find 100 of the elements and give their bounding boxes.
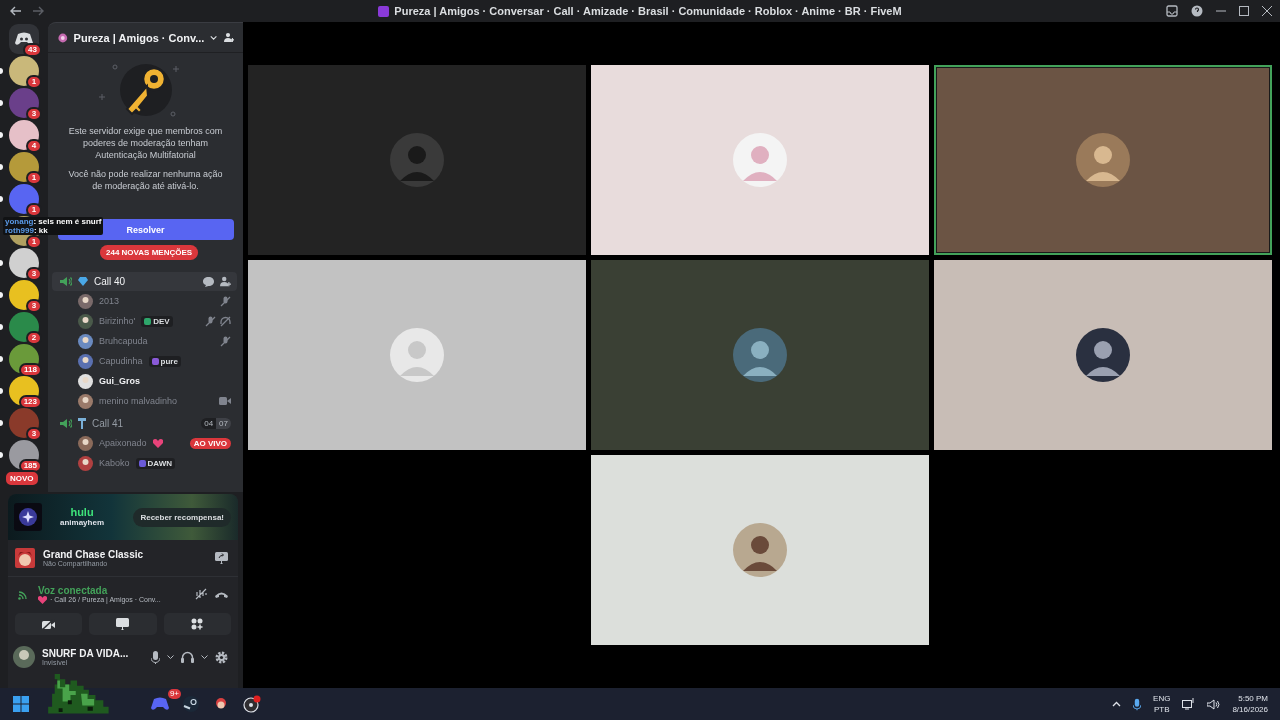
clock-date[interactable]: 8/16/2026 [1232, 704, 1268, 715]
share-screen-button[interactable] [89, 613, 157, 635]
voice-status: Voz conectada [38, 584, 109, 596]
forward-icon[interactable] [32, 6, 44, 16]
video-tile[interactable] [248, 260, 586, 450]
avatar [78, 353, 93, 369]
member-name: Capudinha [99, 356, 143, 366]
unread-count: 43 [23, 43, 42, 57]
channel-name: Call 41 [92, 418, 124, 429]
unread-count: 1 [26, 203, 42, 217]
server-name: Pureza | Amigos · Conv... [73, 31, 205, 44]
new-badge[interactable]: NOVO [4, 470, 40, 487]
avatar [13, 646, 35, 668]
keyboard-layout[interactable]: PTB [1153, 704, 1170, 715]
video-tile[interactable] [591, 65, 929, 255]
avatar [78, 333, 93, 349]
pin-icon [78, 418, 86, 429]
promo-brand: hulu [70, 507, 94, 518]
unread-count: 123 [18, 395, 42, 409]
monitor-icon [116, 618, 130, 630]
heart-icon [38, 595, 47, 604]
chat-message: : kk [33, 226, 48, 235]
avatar [78, 435, 93, 451]
signal-icon [18, 588, 30, 600]
add-member-icon[interactable] [223, 31, 234, 44]
avatar [1076, 328, 1130, 382]
network-icon[interactable] [1182, 698, 1196, 710]
unread-count: 3 [26, 427, 42, 441]
apps-icon [191, 618, 204, 630]
video-tile[interactable] [934, 65, 1272, 255]
avatar [390, 328, 444, 382]
controller-icon [15, 32, 33, 46]
maximize-icon[interactable] [1239, 6, 1249, 16]
microphone-icon[interactable] [151, 650, 160, 664]
voice-channel[interactable]: Call 40 [52, 272, 237, 291]
voice-channel[interactable]: Call 41 04 07 [52, 414, 237, 433]
activities-button[interactable] [163, 613, 231, 635]
avatar [1076, 133, 1130, 187]
avatar [78, 455, 93, 471]
record-icon[interactable] [243, 695, 261, 713]
volume-icon[interactable] [1207, 698, 1221, 710]
avatar [733, 523, 787, 577]
share-screen-icon[interactable] [215, 552, 228, 564]
noise-suppression-icon[interactable] [195, 588, 207, 600]
server-icon[interactable] [9, 248, 39, 278]
video-tile[interactable] [591, 260, 929, 450]
controller-icon[interactable] [151, 697, 169, 711]
user-name: SNURF DA VIDA... [42, 648, 130, 659]
camera-off-icon [42, 618, 56, 630]
chevron-up-icon[interactable] [1112, 701, 1122, 707]
settings-icon[interactable] [215, 650, 228, 664]
add-member-icon[interactable] [220, 276, 231, 287]
camera-button[interactable] [15, 613, 83, 635]
close-icon[interactable] [1262, 6, 1272, 16]
member-name: 2013 [99, 296, 120, 306]
chevron-down-icon[interactable] [167, 654, 174, 660]
role-tag: DAWN [135, 457, 175, 469]
disconnect-icon[interactable] [215, 590, 228, 598]
home-button[interactable] [9, 24, 39, 54]
claim-reward-button[interactable]: Receber recompensa! [133, 507, 231, 527]
role-tag: DEV [141, 315, 173, 327]
speaker-icon [60, 276, 72, 287]
game-icon [15, 548, 35, 568]
video-tile[interactable] [934, 260, 1272, 450]
new-mentions-pill[interactable]: 244 NOVAS MENÇÕES [100, 244, 199, 260]
chat-icon[interactable] [203, 276, 214, 287]
member-name: Birizinho' [99, 316, 136, 326]
server-header[interactable]: Pureza | Amigos · Conv... [48, 23, 243, 53]
role-tag: pure [148, 355, 181, 367]
user-count: 04 07 [201, 418, 231, 429]
microphone-icon[interactable] [1133, 697, 1142, 711]
server-icon[interactable] [9, 280, 39, 310]
unread-count: 4 [26, 139, 42, 153]
back-icon[interactable] [10, 6, 22, 16]
headphones-icon[interactable] [181, 651, 194, 663]
unread-count: 1 [26, 235, 42, 249]
video-tile[interactable] [248, 65, 586, 255]
unread-count: 3 [26, 299, 42, 313]
unread-count: 3 [26, 267, 42, 281]
notice-text: Este servidor exige que membros com poderes de moderação tenham Autenticação Multifatorial [67, 125, 224, 161]
live-badge: AO VIVO [189, 437, 231, 449]
video-tile[interactable] [591, 455, 929, 645]
promo-logo-icon [14, 503, 42, 531]
unread-count: 3 [26, 107, 42, 121]
help-icon[interactable] [1191, 5, 1203, 17]
chevron-down-icon[interactable] [201, 654, 208, 660]
inbox-icon[interactable] [1166, 5, 1178, 17]
unread-count: 118 [19, 363, 42, 377]
avatar [733, 133, 787, 187]
unread-count: 1 [26, 75, 42, 89]
language-indicator[interactable]: ENG [1153, 693, 1171, 704]
member-name: menino malvadinho [99, 396, 178, 406]
avatar [78, 293, 93, 309]
server-icon[interactable] [9, 120, 39, 150]
gem-icon [78, 277, 88, 286]
member-name: Kaboko [99, 458, 130, 468]
avatar [390, 133, 444, 187]
clock-time[interactable]: 5:50 PM [1238, 693, 1268, 704]
avatar [78, 313, 93, 329]
member-name: Bruhcapuda [99, 336, 148, 346]
